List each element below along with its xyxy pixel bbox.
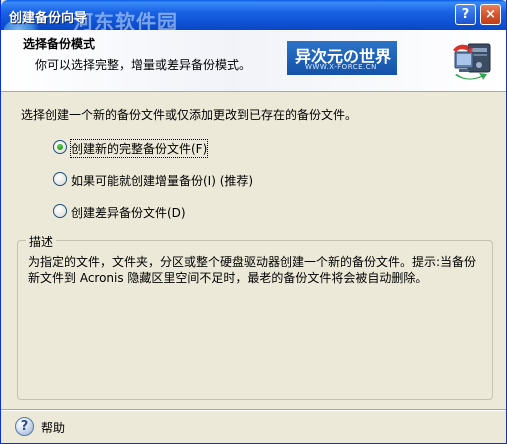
radio-differential-backup[interactable] (53, 204, 67, 218)
radio-full-backup[interactable] (53, 140, 67, 154)
description-text: 为指定的文件，文件夹，分区或整个硬盘驱动器创建一个新的备份文件。提示:当备份新文… (28, 255, 477, 285)
mode-prompt: 选择创建一个新的备份文件或仅添加更改到已存在的备份文件。 (21, 108, 358, 122)
option-incremental-backup-label[interactable]: 如果可能就创建增量备份(I) (推荐) (71, 172, 253, 189)
option-differential-backup-label[interactable]: 创建差异备份文件(D) (71, 204, 186, 221)
description-group: 描述 为指定的文件，文件夹，分区或整个硬盘驱动器创建一个新的备份文件。提示:当备… (17, 233, 493, 400)
close-icon: × (485, 7, 496, 22)
watermark-banner: 异次元の世界 WWW.X-FORCE.CN (287, 41, 397, 75)
computer-backup-icon (453, 43, 491, 80)
wizard-header: 选择备份模式 你可以选择完整，增量或差异备份模式。 异次元の世界 WWW.X-F… (1, 30, 506, 92)
backup-wizard-window: 创建备份向导 河东软件园 ? × 选择备份模式 你可以选择完整，增量或差异备份模… (0, 0, 507, 444)
question-icon: ? (15, 417, 34, 436)
titlebar-help-icon: ? (461, 7, 470, 22)
option-full-backup-label[interactable]: 创建新的完整备份文件(F) (69, 139, 209, 158)
footer-divider (1, 409, 506, 411)
banner-sub-text: WWW.X-FORCE.CN (305, 63, 377, 71)
titlebar-close-button[interactable]: × (480, 4, 501, 25)
description-legend: 描述 (26, 233, 57, 250)
titlebar-help-button[interactable]: ? (455, 4, 476, 25)
page-subtitle: 你可以选择完整，增量或差异备份模式。 (35, 58, 252, 72)
title-bar[interactable]: 创建备份向导 河东软件园 ? × (1, 0, 506, 48)
page-title: 选择备份模式 (23, 37, 96, 51)
radio-incremental-backup[interactable] (53, 172, 67, 186)
help-label: 帮助 (41, 421, 66, 435)
